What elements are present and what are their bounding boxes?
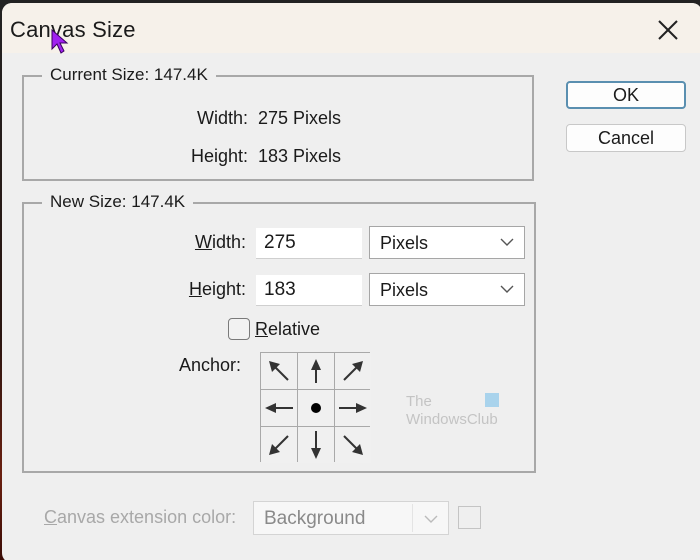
chevron-down-icon [500, 285, 514, 293]
watermark-line-2: WindowsClub [406, 411, 498, 428]
cancel-button[interactable]: Cancel [566, 124, 686, 152]
arrow-up-left-icon [269, 361, 289, 381]
arrow-down-icon [311, 431, 321, 459]
anchor-top-right[interactable] [335, 353, 371, 389]
watermark-line-1: The [406, 393, 432, 410]
canvas-extension-color-label: Canvas extension color: [44, 507, 236, 528]
watermark: The WindowsClub [406, 393, 498, 429]
new-width-input[interactable] [256, 228, 362, 259]
width-unit-value: Pixels [380, 233, 429, 253]
current-width-value: 275 Pixels [258, 108, 342, 128]
close-button[interactable] [650, 13, 686, 47]
anchor-bottom-left[interactable] [261, 427, 297, 463]
anchor-grid [260, 352, 371, 463]
anchor-top-left[interactable] [261, 353, 297, 389]
dialog-title: Canvas Size [10, 17, 136, 42]
relative-mnemonic: R [255, 319, 268, 339]
select-divider [412, 504, 413, 532]
relative-label[interactable]: Relative [255, 319, 320, 340]
anchor-bottom-right[interactable] [335, 427, 371, 463]
new-size-legend: New Size: 147.4K [42, 192, 194, 212]
width-label-text: idth: [211, 232, 246, 252]
new-height-input[interactable] [256, 275, 362, 306]
relative-label-text: elative [268, 319, 321, 339]
current-size-group: Current Size: 147.4K Width: 275 Pixels H… [22, 65, 534, 181]
arrow-down-right-icon [343, 435, 363, 455]
anchor-label: Anchor: [179, 355, 242, 375]
mouse-cursor-icon [51, 29, 69, 54]
new-height-label: Height: [156, 279, 246, 300]
dot-icon [311, 403, 321, 413]
height-unit-select[interactable]: Pixels [369, 273, 525, 306]
current-size-legend: Current Size: 147.4K [42, 65, 216, 85]
title-bar: Canvas Size [2, 3, 700, 53]
extension-color-swatch[interactable] [458, 506, 481, 529]
ok-button[interactable]: OK [566, 81, 686, 109]
height-unit-value: Pixels [380, 280, 429, 300]
arrow-down-left-icon [269, 435, 289, 455]
height-label-text: eight: [201, 279, 246, 299]
current-height-label: Height: [190, 146, 248, 166]
extension-mnemonic: C [44, 507, 57, 527]
close-icon [658, 20, 678, 40]
current-height-value: 183 Pixels [258, 146, 342, 166]
watermark-logo-icon [485, 393, 499, 407]
extension-label-text: anvas extension color: [57, 507, 237, 527]
width-mnemonic: W [194, 232, 212, 252]
new-size-group: New Size: 147.4K Width: Pixels Height: P… [22, 192, 536, 473]
anchor-right[interactable] [335, 390, 371, 426]
width-unit-select[interactable]: Pixels [369, 226, 525, 259]
height-mnemonic: H [188, 279, 202, 299]
anchor-center[interactable] [298, 390, 334, 426]
new-width-label: Width: [156, 232, 246, 253]
chevron-down-icon [500, 238, 514, 246]
current-width-label: Width: [196, 108, 248, 128]
anchor-top[interactable] [298, 353, 334, 389]
extension-color-value: Background [264, 508, 366, 529]
relative-checkbox[interactable] [228, 318, 250, 340]
arrow-left-icon [265, 403, 293, 413]
chevron-down-icon [424, 515, 438, 523]
anchor-left[interactable] [261, 390, 297, 426]
arrow-right-icon [339, 403, 367, 413]
arrow-up-icon [311, 359, 321, 383]
arrow-up-right-icon [343, 361, 363, 381]
canvas-size-dialog: Canvas Size Current Size: 147.4K Width: … [2, 3, 700, 560]
anchor-bottom[interactable] [298, 427, 334, 463]
canvas-extension-color-select[interactable]: Background [253, 501, 449, 535]
